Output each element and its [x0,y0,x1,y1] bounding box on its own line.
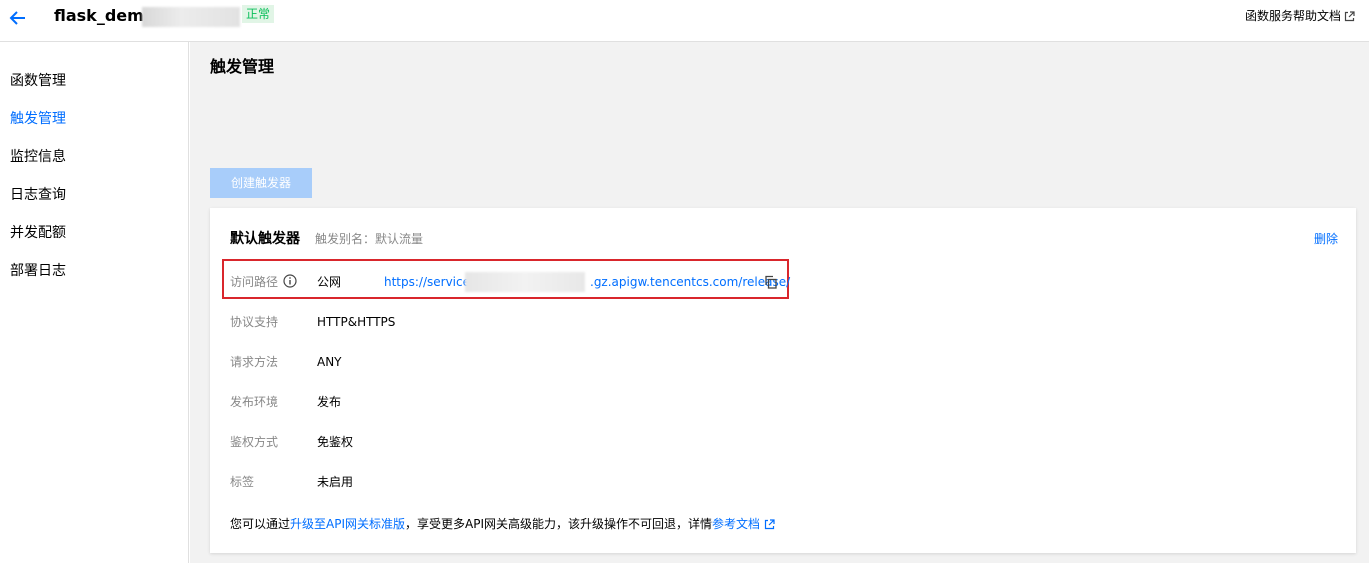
external-link-icon [1344,10,1355,21]
sidebar: 函数管理 触发管理 监控信息 日志查询 并发配额 部署日志 [0,42,189,563]
note-prefix: 您可以通过 [230,517,291,531]
sidebar-item-deploy-log[interactable]: 部署日志 [10,262,66,280]
doc-link[interactable]: 参考文档 [712,517,760,531]
sidebar-item-log-query[interactable]: 日志查询 [10,186,66,204]
protocol-label: 协议支持 [230,315,279,329]
tag-label: 标签 [230,475,255,489]
external-link-icon[interactable] [764,519,775,530]
access-url-prefix[interactable]: https://service- [384,274,474,290]
page-title: 触发管理 [210,57,275,76]
copy-icon[interactable] [764,275,778,289]
help-doc-label: 函数服务帮助文档 [1244,9,1341,23]
access-url-suffix[interactable]: .gz.apigw.tencentcs.com/release/ [590,274,790,290]
env-label: 发布环境 [230,395,279,409]
create-trigger-button[interactable]: 创建触发器 [210,168,312,198]
redacted-function-suffix [142,7,240,27]
access-path-label: 访问路径 [230,275,279,289]
status-badge: 正常 [242,5,275,23]
delete-button[interactable]: 删除 [1314,231,1338,247]
trigger-title: 默认触发器 [230,231,300,247]
auth-value: 免鉴权 [317,435,354,449]
method-value: ANY [317,355,342,369]
method-label: 请求方法 [230,355,279,369]
upgrade-link[interactable]: 升级至API网关标准版 [290,517,405,531]
trigger-alias: 触发别名：默认流量 [315,232,424,246]
top-bar: flask_demo- 正常 函数服务帮助文档 [0,0,1369,42]
trigger-card: 默认触发器 触发别名：默认流量 删除 访问路径 公网 https://servi… [210,208,1356,553]
redacted-service-id [465,272,585,292]
sidebar-item-monitoring[interactable]: 监控信息 [10,148,66,166]
access-path-type: 公网 [317,275,342,289]
main-content: 触发管理 创建触发器 默认触发器 触发别名：默认流量 删除 访问路径 公网 ht… [190,42,1369,563]
upgrade-note: 您可以通过升级至API网关标准版，享受更多API网关高级能力，该升级操作不可回退… [230,516,775,532]
help-doc-link[interactable]: 函数服务帮助文档 [1245,7,1355,25]
protocol-value: HTTP&HTTPS [317,315,396,329]
sidebar-item-trigger-management[interactable]: 触发管理 [10,110,66,128]
back-arrow-icon[interactable] [8,8,28,28]
env-value: 发布 [317,395,342,409]
auth-label: 鉴权方式 [230,435,279,449]
sidebar-item-concurrency-quota[interactable]: 并发配额 [10,224,66,242]
info-icon[interactable] [283,274,297,288]
note-middle: ，享受更多API网关高级能力，该升级操作不可回退，详情 [405,517,713,531]
tag-value: 未启用 [317,475,354,489]
sidebar-item-function-management[interactable]: 函数管理 [10,72,66,90]
